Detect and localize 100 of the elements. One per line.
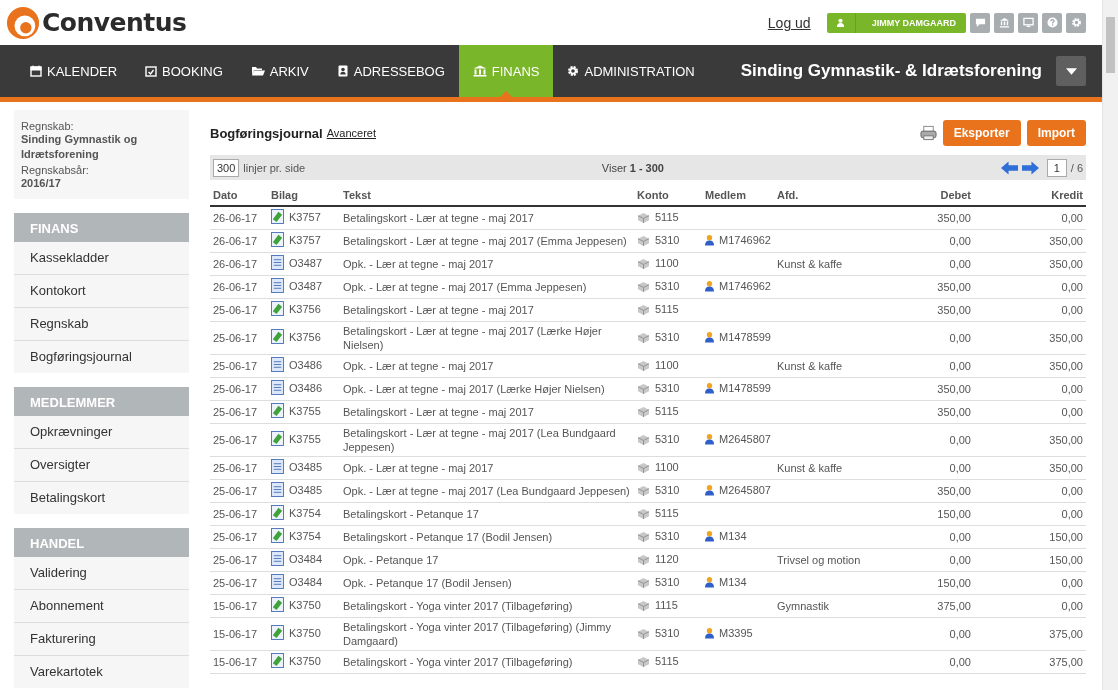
payment-card-icon bbox=[271, 528, 284, 543]
printer-icon[interactable] bbox=[919, 125, 937, 141]
table-cell-text: Kunst & kaffe bbox=[777, 257, 844, 271]
table-cell: 5310 bbox=[655, 279, 680, 294]
column-header: Medlem bbox=[702, 185, 774, 206]
table-cell: 350,00 bbox=[974, 423, 1086, 457]
account-box-icon bbox=[637, 507, 650, 519]
section-header: FINANS bbox=[14, 213, 189, 242]
scrollbar[interactable] bbox=[1102, 0, 1118, 690]
table-cell: O3487 bbox=[289, 278, 323, 293]
table-cell: Opk. - Petanque 17 bbox=[340, 548, 634, 572]
dropdown-button[interactable] bbox=[1056, 56, 1086, 86]
table-cell: 0,00 bbox=[864, 525, 974, 549]
account-box-icon bbox=[637, 627, 650, 639]
nav-tab[interactable]: ADMINISTRATION bbox=[553, 45, 709, 97]
table-cell: 150,00 bbox=[974, 525, 1086, 549]
sidebar-item[interactable]: Oversigter bbox=[14, 448, 189, 481]
sidebar-item[interactable]: Fakturering bbox=[14, 622, 189, 655]
table-cell: 350,00 bbox=[864, 400, 974, 424]
person-icon bbox=[705, 234, 714, 246]
sidebar-item[interactable]: Varekartotek bbox=[14, 655, 189, 688]
per-page-field[interactable]: 300 bbox=[213, 158, 240, 177]
table-cell: 15-06-17 bbox=[210, 617, 268, 651]
table-cell: 0,00 bbox=[974, 206, 1086, 230]
page-total: / 6 bbox=[1070, 161, 1083, 174]
table-cell: 350,00 bbox=[974, 321, 1086, 355]
table-cell: M1478599 bbox=[719, 330, 771, 344]
table-cell: 25-06-17 bbox=[210, 548, 268, 572]
document-icon bbox=[271, 380, 284, 395]
sidebar-item[interactable]: Opkrævninger bbox=[14, 416, 189, 448]
person-icon bbox=[705, 280, 714, 292]
table-cell: 25-06-17 bbox=[210, 479, 268, 503]
arrow-left-icon[interactable] bbox=[1000, 160, 1018, 175]
sidebar-item[interactable]: Validering bbox=[14, 557, 189, 589]
monitor-button[interactable] bbox=[1018, 12, 1038, 33]
column-header: Tekst bbox=[340, 185, 634, 206]
table-cell: 150,00 bbox=[864, 571, 974, 595]
payment-card-icon bbox=[271, 505, 284, 520]
settings-button[interactable] bbox=[1066, 12, 1086, 33]
table-cell: M2645807 bbox=[719, 483, 771, 497]
table-cell: Betalingskort - Yoga vinter 2017 (Tilbageføring) (Jimmy Damgaard) bbox=[340, 617, 634, 651]
table-cell: 375,00 bbox=[974, 650, 1086, 674]
table-cell: 1115 bbox=[655, 598, 678, 613]
payment-card-icon bbox=[271, 209, 284, 224]
table-cell: 5115 bbox=[655, 404, 679, 419]
table-cell: 25-06-17 bbox=[210, 525, 268, 549]
table-cell: Betalingskort - Lær at tegne - maj 2017 (Lea Bundgaard Jeppesen) bbox=[340, 423, 634, 457]
document-icon bbox=[271, 551, 284, 566]
sidebar-item[interactable]: Kontokort bbox=[14, 274, 189, 307]
column-header: Dato bbox=[210, 185, 268, 206]
table-cell: 1100 bbox=[655, 460, 679, 475]
table-cell: 350,00 bbox=[974, 252, 1086, 276]
nav-tab[interactable]: ADRESSEBOG bbox=[322, 45, 459, 97]
table-cell: K3750 bbox=[289, 653, 321, 668]
table-cell: Opk. - Lær at tegne - maj 2017 bbox=[340, 252, 634, 276]
help-button[interactable] bbox=[1042, 12, 1062, 33]
folder-icon bbox=[250, 65, 265, 77]
table-cell: 26-06-17 bbox=[210, 206, 268, 230]
table-cell: M134 bbox=[719, 529, 747, 543]
table-cell: 26-06-17 bbox=[210, 229, 268, 253]
nav-tab[interactable]: KALENDER bbox=[16, 45, 132, 97]
help-icon bbox=[1046, 17, 1058, 28]
payment-card-icon bbox=[271, 403, 284, 418]
table-cell: 0,00 bbox=[974, 571, 1086, 595]
showing-range: Viser 1 - 300 bbox=[601, 161, 664, 174]
table-cell: O3486 bbox=[289, 357, 323, 372]
info-label: Regnskab: bbox=[21, 120, 75, 132]
account-box-icon bbox=[637, 461, 650, 473]
chat-button[interactable] bbox=[970, 12, 990, 33]
account-box-icon bbox=[637, 359, 650, 371]
table-cell: K3755 bbox=[289, 431, 321, 446]
sidebar-item[interactable]: Betalingskort bbox=[14, 481, 189, 514]
nav-tab[interactable]: BOOKING bbox=[131, 45, 237, 97]
document-icon bbox=[271, 574, 284, 589]
sidebar-item[interactable]: Abonnement bbox=[14, 589, 189, 622]
table-cell: K3756 bbox=[289, 301, 321, 316]
nav-tab[interactable]: ARKIV bbox=[236, 45, 323, 97]
sidebar-item[interactable]: Kassekladder bbox=[14, 242, 189, 274]
table-cell: 1100 bbox=[655, 256, 679, 271]
column-header: Bilag bbox=[268, 185, 340, 206]
logout-link[interactable]: Log ud bbox=[767, 14, 811, 31]
table-cell: 150,00 bbox=[864, 502, 974, 526]
table-cell: Betalingskort - Lær at tegne - maj 2017 (Lærke Højer Nielsen) bbox=[340, 321, 634, 355]
table-cell: Opk. - Petanque 17 (Bodil Jensen) bbox=[340, 571, 634, 595]
calendar-icon bbox=[30, 65, 42, 77]
advanced-link[interactable]: Avanceret bbox=[326, 127, 376, 139]
sidebar-item[interactable]: Regnskab bbox=[14, 307, 189, 340]
table-cell: 0,00 bbox=[864, 617, 974, 651]
page-field[interactable]: 1 bbox=[1046, 158, 1067, 177]
table-cell: 1100 bbox=[655, 358, 679, 373]
person-icon bbox=[705, 627, 714, 639]
arrow-right-icon[interactable] bbox=[1021, 160, 1039, 175]
table-cell: K3750 bbox=[289, 625, 321, 640]
sidebar-item[interactable]: Bogføringsjournal bbox=[14, 340, 189, 373]
info-label: Regnskabsår: bbox=[21, 164, 90, 176]
pointer-caret-icon bbox=[500, 91, 513, 97]
table-cell: 0,00 bbox=[864, 321, 974, 355]
table-cell: K3757 bbox=[289, 232, 321, 247]
account-box-icon bbox=[637, 303, 650, 315]
bank-button[interactable] bbox=[994, 12, 1014, 33]
